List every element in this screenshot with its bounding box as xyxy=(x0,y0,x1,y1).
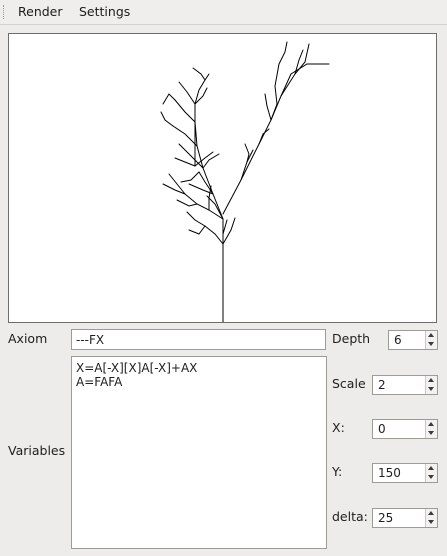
left-branch xyxy=(162,93,176,105)
left-branch xyxy=(174,99,196,123)
depth-value: 6 xyxy=(394,333,402,347)
x-spin-arrows xyxy=(425,420,437,438)
y-spinbox[interactable]: 150 xyxy=(372,463,438,483)
left-branch xyxy=(208,185,212,211)
x-value: 0 xyxy=(378,422,386,436)
right-branch xyxy=(264,93,272,121)
scale-increment-icon[interactable] xyxy=(426,376,437,385)
depth-spin-arrows xyxy=(425,331,437,349)
left-branch xyxy=(192,67,206,81)
right-branch xyxy=(222,73,292,215)
left-branch xyxy=(162,183,186,195)
left-branch xyxy=(174,157,196,167)
depth-increment-icon[interactable] xyxy=(426,331,437,340)
lsystem-plant-drawing xyxy=(160,41,330,322)
variables-label: Variables xyxy=(8,443,66,458)
left-branch xyxy=(180,171,200,183)
left-branch xyxy=(186,211,206,227)
left-branch xyxy=(160,111,174,127)
y-value: 150 xyxy=(378,466,401,480)
y-increment-icon[interactable] xyxy=(426,464,437,473)
menu-bar: Render Settings xyxy=(0,0,447,25)
right-branch xyxy=(240,149,254,181)
delta-label: delta: xyxy=(332,509,368,524)
x-label: X: xyxy=(332,420,345,435)
left-branch xyxy=(222,219,228,235)
scale-decrement-icon[interactable] xyxy=(426,385,437,394)
scale-label: Scale xyxy=(332,376,366,391)
right-branch xyxy=(294,49,304,75)
depth-spinbox[interactable]: 6 xyxy=(388,330,438,350)
variables-textarea[interactable]: X=A[-X][X]A[-X]+AX A=FAFA xyxy=(71,356,327,549)
delta-spinbox[interactable]: 25 xyxy=(372,508,438,528)
scale-value: 2 xyxy=(378,378,386,392)
x-increment-icon[interactable] xyxy=(426,420,437,429)
depth-label: Depth xyxy=(332,331,371,346)
delta-value: 25 xyxy=(378,511,394,525)
left-branch xyxy=(222,217,236,245)
axiom-label: Axiom xyxy=(8,331,48,346)
menubar-grip-handle[interactable] xyxy=(3,5,6,19)
y-label: Y: xyxy=(332,464,343,479)
menu-render[interactable]: Render xyxy=(12,0,69,24)
left-branch xyxy=(188,225,206,235)
render-canvas xyxy=(8,33,437,323)
delta-increment-icon[interactable] xyxy=(426,509,437,518)
left-branch xyxy=(172,125,198,147)
delta-spin-arrows xyxy=(425,509,437,527)
scale-spin-arrows xyxy=(425,376,437,394)
y-decrement-icon[interactable] xyxy=(426,473,437,482)
delta-decrement-icon[interactable] xyxy=(426,518,437,527)
y-spin-arrows xyxy=(425,464,437,482)
left-branch xyxy=(178,81,196,105)
left-branch xyxy=(202,153,220,169)
menu-settings[interactable]: Settings xyxy=(73,0,136,24)
axiom-input[interactable] xyxy=(71,329,326,350)
depth-decrement-icon[interactable] xyxy=(426,340,437,349)
left-branch xyxy=(204,225,224,245)
right-branch xyxy=(278,41,288,65)
x-spinbox[interactable]: 0 xyxy=(372,419,438,439)
scale-spinbox[interactable]: 2 xyxy=(372,375,438,395)
x-decrement-icon[interactable] xyxy=(426,429,437,438)
